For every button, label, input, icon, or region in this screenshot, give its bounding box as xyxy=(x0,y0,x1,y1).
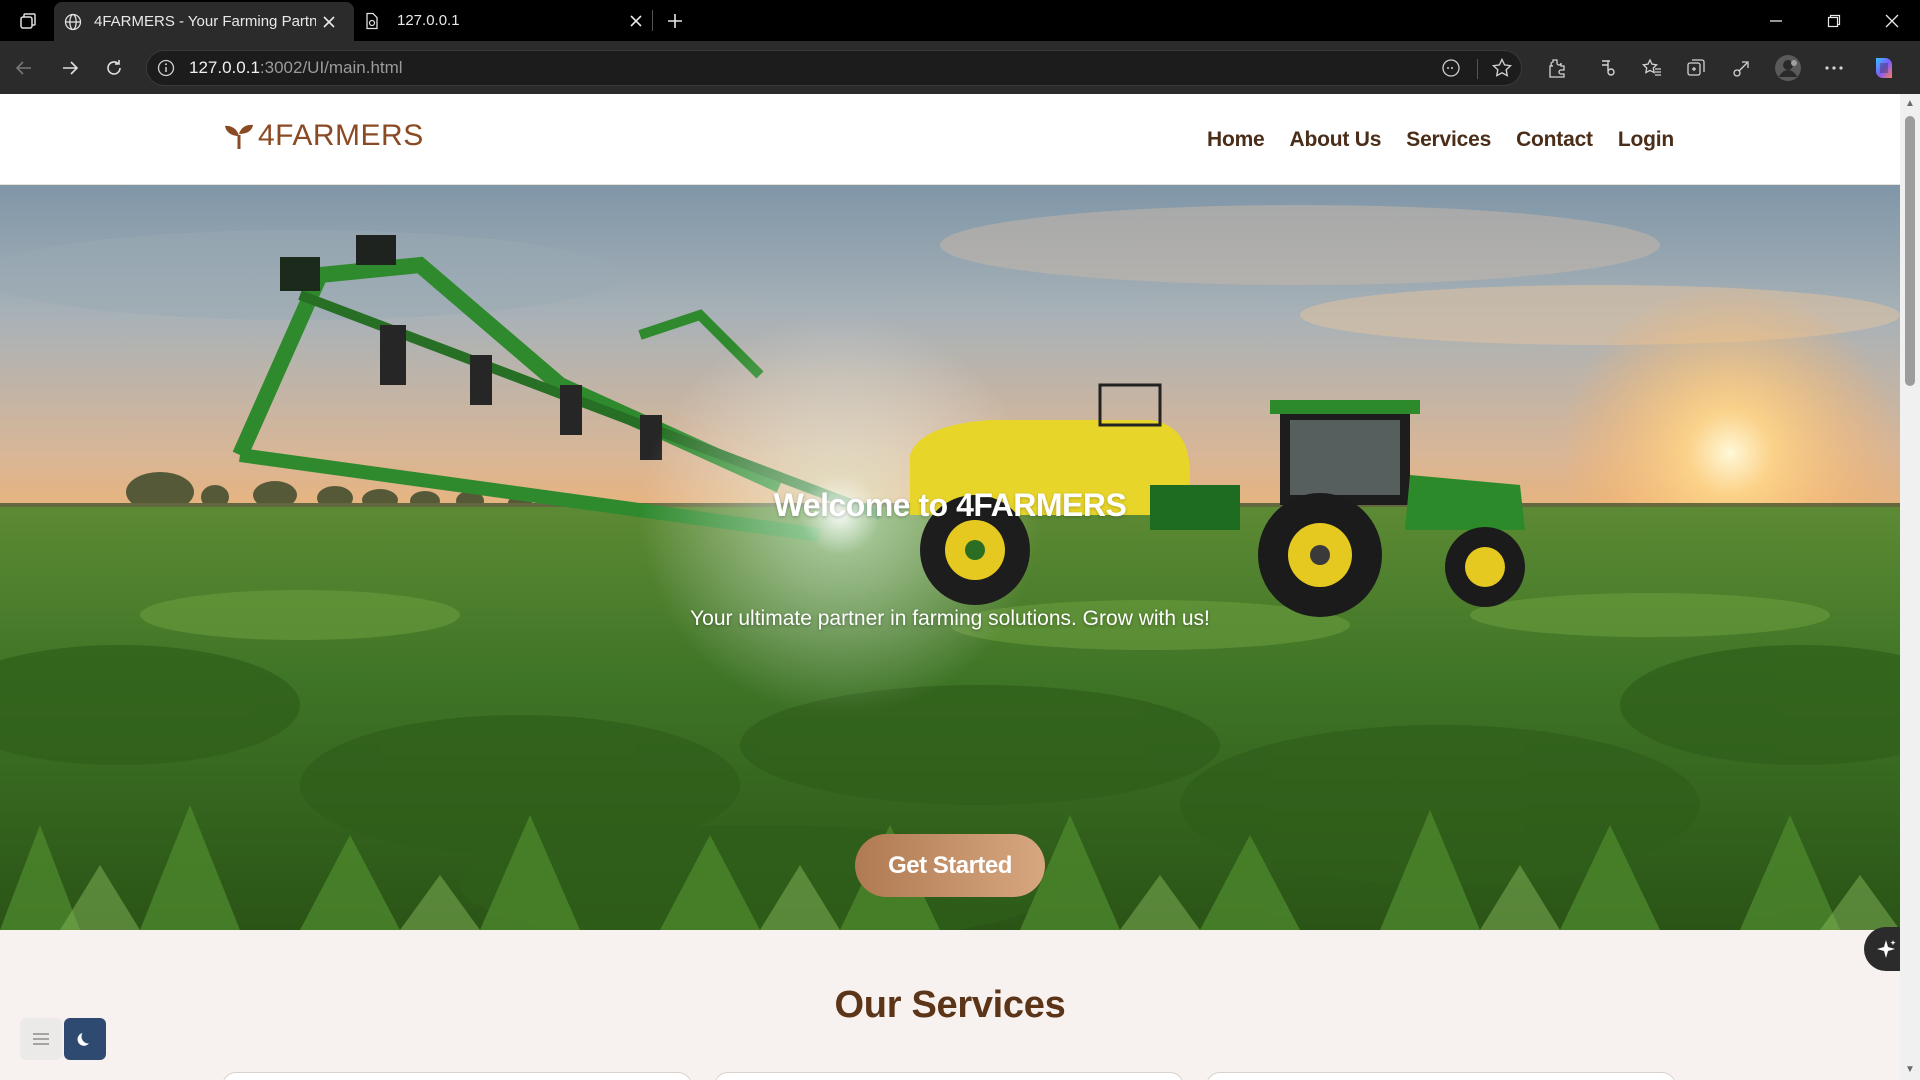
get-started-button[interactable]: Get Started xyxy=(855,834,1045,897)
tab-localhost[interactable]: 127.0.0.1 xyxy=(360,0,650,41)
service-card[interactable] xyxy=(222,1072,692,1080)
star-icon[interactable] xyxy=(1491,51,1513,85)
nav-link-about-us[interactable]: About Us xyxy=(1290,128,1382,152)
restore-button[interactable] xyxy=(1806,0,1862,41)
new-tab-icon[interactable] xyxy=(660,0,690,41)
nav-link-services[interactable]: Services xyxy=(1406,128,1491,152)
services-heading: Our Services xyxy=(834,984,1066,1026)
share-icon[interactable] xyxy=(1720,41,1764,94)
scroll-thumb[interactable] xyxy=(1905,116,1915,386)
profile-avatar[interactable] xyxy=(1766,41,1810,94)
close-icon[interactable] xyxy=(322,15,336,29)
read-aloud-icon[interactable] xyxy=(1586,41,1630,94)
url-text[interactable]: 127.0.0.1:3002/UI/main.html xyxy=(189,51,403,85)
nav-link-contact[interactable]: Contact xyxy=(1516,128,1593,152)
reader-icon[interactable] xyxy=(1441,51,1461,85)
copilot-icon[interactable] xyxy=(1862,41,1906,94)
close-icon[interactable] xyxy=(629,14,643,28)
more-icon[interactable] xyxy=(1812,41,1856,94)
tab-divider xyxy=(652,10,653,31)
logo-text: 4FARMERS xyxy=(258,119,424,152)
back-icon[interactable] xyxy=(2,41,46,94)
globe-icon xyxy=(64,13,82,31)
site-header: 4FARMERS Home About Us Services Contact … xyxy=(0,94,1900,185)
sprout-icon xyxy=(224,122,258,150)
service-card[interactable] xyxy=(714,1072,1184,1080)
tab-4farmers[interactable]: 4FARMERS - Your Farming Partner xyxy=(54,2,354,41)
main-nav: Home About Us Services Contact Login xyxy=(1207,94,1674,185)
sparkle-icon[interactable] xyxy=(1864,927,1900,971)
moon-icon xyxy=(75,1029,95,1049)
close-window-button[interactable] xyxy=(1864,0,1920,41)
browser-toolbar: 127.0.0.1:3002/UI/main.html xyxy=(0,41,1920,94)
workspaces-icon[interactable] xyxy=(12,0,44,41)
service-card[interactable] xyxy=(1206,1072,1676,1080)
site-logo[interactable]: 4FARMERS xyxy=(224,119,424,153)
tab-title: 4FARMERS - Your Farming Partner xyxy=(94,13,316,30)
hero-title: Welcome to 4FARMERS xyxy=(773,487,1127,523)
menu-icon[interactable] xyxy=(20,1018,62,1060)
url-path: :3002/UI/main.html xyxy=(259,58,403,77)
collections-icon[interactable] xyxy=(1674,41,1718,94)
url-host: 127.0.0.1 xyxy=(189,58,260,77)
address-bar[interactable]: 127.0.0.1:3002/UI/main.html xyxy=(146,50,1522,86)
minimize-button[interactable] xyxy=(1748,0,1804,41)
web-page: 4FARMERS Home About Us Services Contact … xyxy=(0,94,1900,1080)
nav-link-login[interactable]: Login xyxy=(1618,128,1674,152)
scroll-up-arrow[interactable]: ▲ xyxy=(1904,98,1916,110)
forward-icon[interactable] xyxy=(48,41,92,94)
nav-link-home[interactable]: Home xyxy=(1207,128,1265,152)
browser-titlebar: 4FARMERS - Your Farming Partner 127.0.0.… xyxy=(0,0,1920,41)
page-scrollbar[interactable]: ▲ ▼ xyxy=(1900,94,1920,1080)
extensions-icon[interactable] xyxy=(1534,41,1578,94)
address-divider xyxy=(1477,59,1478,79)
hero-section: Welcome to 4FARMERS Your ultimate partne… xyxy=(0,185,1900,930)
info-icon[interactable] xyxy=(157,51,175,85)
hero-subtitle: Your ultimate partner in farming solutio… xyxy=(690,607,1210,630)
hero-background-image xyxy=(0,185,1900,930)
dark-mode-toggle[interactable] xyxy=(64,1018,106,1060)
favorites-icon[interactable] xyxy=(1630,41,1674,94)
refresh-icon[interactable] xyxy=(92,41,136,94)
scroll-down-arrow[interactable]: ▼ xyxy=(1904,1064,1916,1076)
tab-title: 127.0.0.1 xyxy=(397,12,460,29)
page-icon xyxy=(363,12,381,30)
